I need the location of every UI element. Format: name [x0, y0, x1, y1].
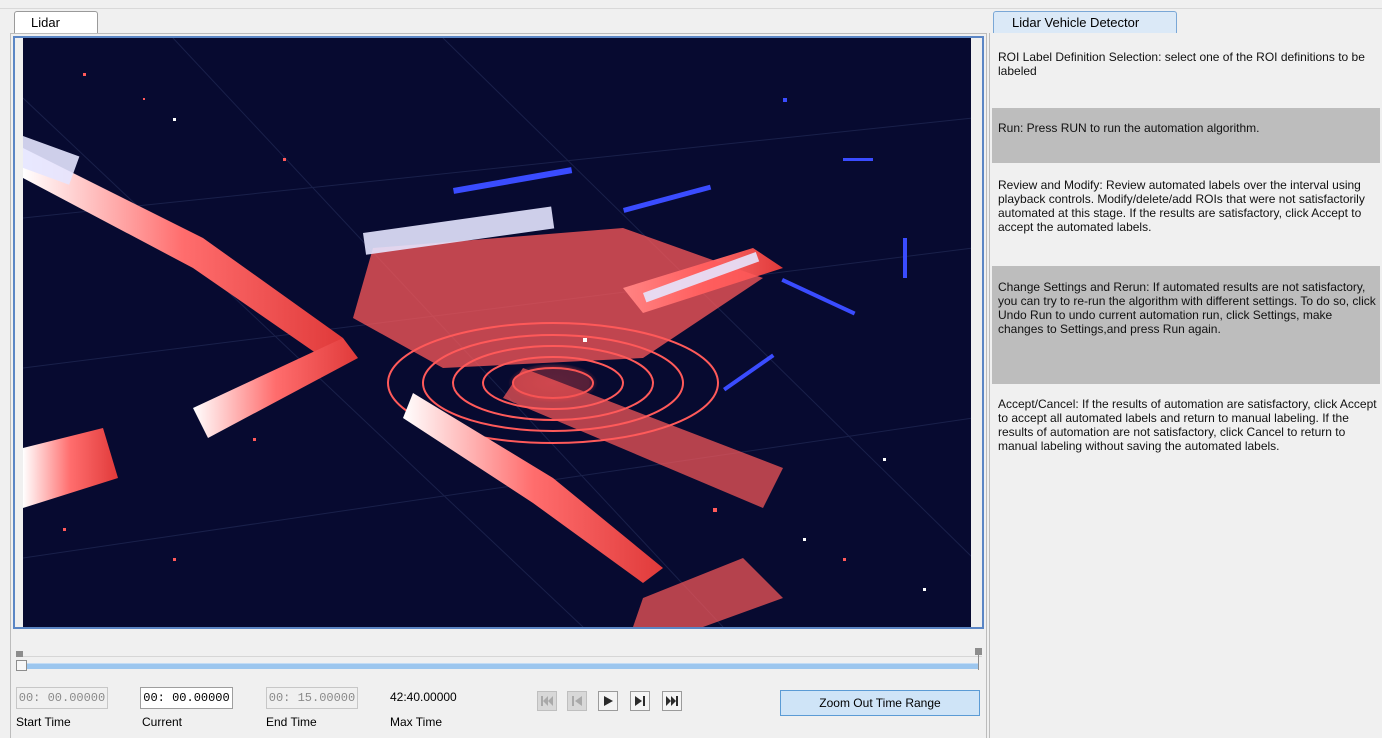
run-step-highlight — [992, 108, 1380, 163]
max-time-label: Max Time — [390, 715, 443, 729]
current-time-handle[interactable] — [16, 660, 27, 671]
time-range-slider[interactable] — [16, 648, 982, 678]
play-icon — [604, 696, 613, 706]
point-cloud-viewer[interactable] — [13, 36, 984, 629]
zoom-out-time-range-button[interactable]: Zoom Out Time Range — [780, 690, 980, 716]
tab-lidar[interactable]: Lidar — [14, 11, 98, 33]
jump-to-start-button[interactable] — [537, 691, 557, 711]
instruction-run: Run: Press RUN to run the automation alg… — [998, 121, 1260, 135]
slider-track[interactable] — [18, 663, 978, 669]
instruction-accept-cancel: Accept/Cancel: If the results of automat… — [998, 397, 1377, 453]
jump-to-end-icon — [666, 696, 678, 706]
max-time-value: 42:40.00000 — [390, 690, 457, 704]
end-time-field[interactable]: 00: 15.00000 — [266, 687, 358, 709]
instruction-change-settings: Change Settings and Rerun: If automated … — [998, 280, 1376, 336]
point-cloud-canvas[interactable] — [23, 38, 973, 627]
instruction-review-modify: Review and Modify: Review automated labe… — [998, 178, 1365, 234]
viewer-right-edge — [971, 38, 982, 627]
play-button[interactable] — [598, 691, 618, 711]
step-forward-button[interactable] — [630, 691, 650, 711]
tab-lidar-vehicle-detector[interactable]: Lidar Vehicle Detector — [993, 11, 1177, 33]
current-time-label: Current — [142, 715, 183, 729]
start-time-label: Start Time — [16, 715, 71, 729]
start-flag-icon[interactable] — [16, 651, 23, 657]
end-time-label: End Time — [266, 715, 317, 729]
window-top-border — [0, 0, 1382, 9]
step-back-button[interactable] — [567, 691, 587, 711]
jump-to-start-icon — [541, 696, 553, 706]
step-back-icon — [572, 696, 582, 706]
start-time-field[interactable]: 00: 00.00000 — [16, 687, 108, 709]
slider-top-line — [16, 656, 982, 657]
end-flag-pole — [978, 648, 979, 670]
step-forward-icon — [635, 696, 645, 706]
current-time-field[interactable]: 00: 00.00000 — [140, 687, 233, 709]
jump-to-end-button[interactable] — [662, 691, 682, 711]
instruction-roi-selection: ROI Label Definition Selection: select o… — [998, 50, 1365, 78]
